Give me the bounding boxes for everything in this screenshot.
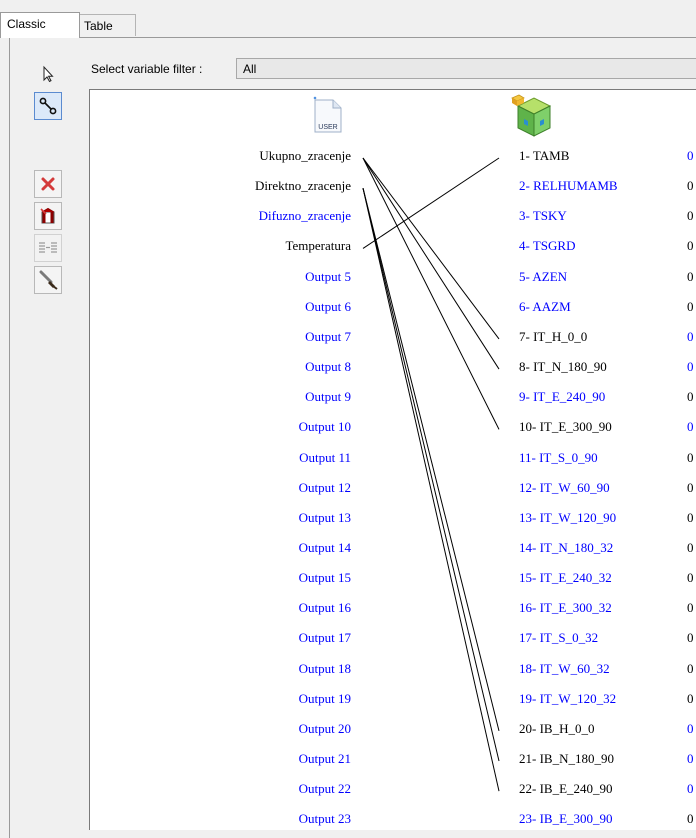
connection-line[interactable] xyxy=(362,188,500,762)
pointer-tool-button[interactable] xyxy=(34,60,62,88)
connection-line[interactable] xyxy=(362,157,500,249)
input-item[interactable]: 11- IT_S_0_90 xyxy=(519,450,598,466)
input-item[interactable]: 2- RELHUMAMB xyxy=(519,178,618,194)
input-item[interactable]: 9- IT_E_240_90 xyxy=(519,389,605,405)
input-extra-value: 0 xyxy=(687,208,694,224)
input-extra-value: 0 xyxy=(687,268,694,284)
link-toolbar xyxy=(34,58,66,838)
input-item[interactable]: 15- IT_E_240_32 xyxy=(519,570,612,586)
input-extra-value: 0 xyxy=(687,298,694,314)
variable-filter-select[interactable]: All xyxy=(236,58,696,79)
connection-line[interactable] xyxy=(362,188,500,731)
input-item[interactable]: 23- IB_E_300_90 xyxy=(519,811,613,827)
input-item[interactable]: 8- IT_N_180_90 xyxy=(519,359,607,375)
output-item[interactable]: Output 17 xyxy=(299,630,351,646)
output-item[interactable]: Output 16 xyxy=(299,600,351,616)
input-item[interactable]: 20- IB_H_0_0 xyxy=(519,721,594,737)
output-item[interactable]: Output 15 xyxy=(299,570,351,586)
output-item[interactable]: Difuzno_zracenje xyxy=(259,208,351,224)
output-item[interactable]: Ukupno_zracenje xyxy=(259,148,351,164)
auto-link-button[interactable] xyxy=(34,234,62,262)
connection-line[interactable] xyxy=(362,157,500,430)
output-item[interactable]: Direktno_zracenje xyxy=(255,178,351,194)
delete-all-links-button[interactable] xyxy=(34,202,62,230)
output-item[interactable]: Output 14 xyxy=(299,540,351,556)
link-canvas: USER Ukupno_zracenje Direktno_zracenje Dif… xyxy=(89,89,696,830)
brush-icon xyxy=(39,270,58,290)
output-item[interactable]: Output 19 xyxy=(299,691,351,707)
input-extra-value: 0 xyxy=(687,479,694,495)
connection-line[interactable] xyxy=(362,157,500,370)
input-item[interactable]: 18- IT_W_60_32 xyxy=(519,661,610,677)
output-item[interactable]: Output 8 xyxy=(305,359,351,375)
input-item[interactable]: 7- IT_H_0_0 xyxy=(519,329,587,345)
input-extra-value: 0 xyxy=(687,148,694,163)
link-tool-icon xyxy=(39,97,57,115)
connection-line[interactable] xyxy=(362,188,500,792)
link-tool-button[interactable] xyxy=(34,92,62,120)
output-item[interactable]: Output 12 xyxy=(299,480,351,496)
input-extra-value: 0 xyxy=(687,570,694,586)
input-item[interactable]: 13- IT_W_120_90 xyxy=(519,510,616,526)
input-extra-value: 0 xyxy=(687,178,694,194)
pointer-icon xyxy=(43,65,54,83)
input-extra-value: 0 xyxy=(687,720,694,736)
tab-classic[interactable]: Classic xyxy=(0,12,80,38)
input-extra-value: 0 xyxy=(687,449,694,465)
input-extra-value: 0 xyxy=(687,781,694,797)
input-item[interactable]: 10- IT_E_300_90 xyxy=(519,419,612,435)
input-item[interactable]: 3- TSKY xyxy=(519,208,567,224)
brush-button[interactable] xyxy=(34,266,62,294)
input-extra-value: 0 xyxy=(687,359,694,375)
input-item[interactable]: 22- IB_E_240_90 xyxy=(519,781,613,797)
input-extra-value: 0 xyxy=(687,328,694,344)
output-item[interactable]: Output 10 xyxy=(299,419,351,435)
input-item[interactable]: 6- AAZM xyxy=(519,299,571,315)
input-extra-value: 0 xyxy=(687,539,694,555)
input-item[interactable]: 1- TAMB xyxy=(519,148,569,164)
input-item[interactable]: 14- IT_N_180_32 xyxy=(519,540,613,556)
output-item[interactable]: Output 23 xyxy=(299,811,351,827)
input-extra-value: 0 xyxy=(687,811,694,827)
delete-all-icon xyxy=(40,207,55,224)
connection-wires xyxy=(362,157,500,792)
input-item[interactable]: 5- AZEN xyxy=(519,269,567,285)
output-item[interactable]: Output 9 xyxy=(305,389,351,405)
output-item[interactable]: Output 11 xyxy=(299,450,351,466)
input-item[interactable]: 17- IT_S_0_32 xyxy=(519,630,598,646)
tab-table[interactable]: Table xyxy=(80,14,136,36)
input-extra-value: 0 xyxy=(687,238,694,254)
input-extra-value: 0 xyxy=(687,389,694,405)
output-item[interactable]: Output 5 xyxy=(305,269,351,285)
output-item[interactable]: Output 13 xyxy=(299,510,351,526)
input-item[interactable]: 21- IB_N_180_90 xyxy=(519,751,614,767)
filter-label: Select variable filter : xyxy=(91,62,203,76)
output-item[interactable]: Output 22 xyxy=(299,781,351,797)
input-extra-value: 0 xyxy=(687,660,694,676)
input-item[interactable]: 16- IT_E_300_32 xyxy=(519,600,612,616)
input-extra-value: 0 xyxy=(687,751,694,766)
delete-link-button[interactable] xyxy=(34,170,62,198)
tab-bar: Classic Table xyxy=(0,0,696,40)
auto-link-icon xyxy=(39,242,57,253)
input-item[interactable]: 12- IT_W_60_90 xyxy=(519,480,610,496)
delete-icon xyxy=(41,177,55,191)
connection-line[interactable] xyxy=(362,157,500,340)
output-item[interactable]: Output 6 xyxy=(305,299,351,315)
input-item[interactable]: 4- TSGRD xyxy=(519,238,575,254)
input-item[interactable]: 19- IT_W_120_32 xyxy=(519,691,616,707)
output-item[interactable]: Output 20 xyxy=(299,721,351,737)
output-item[interactable]: Output 7 xyxy=(305,329,351,345)
output-item[interactable]: Output 18 xyxy=(299,661,351,677)
input-extra-value: 0 xyxy=(687,419,694,435)
input-extra-value: 0 xyxy=(687,690,694,706)
input-extra-value: 0 xyxy=(687,630,694,646)
input-extra-value: 0 xyxy=(687,600,694,616)
input-extra-value: 0 xyxy=(687,509,694,525)
output-item[interactable]: Output 21 xyxy=(299,751,351,767)
output-item[interactable]: Temperatura xyxy=(286,238,352,254)
